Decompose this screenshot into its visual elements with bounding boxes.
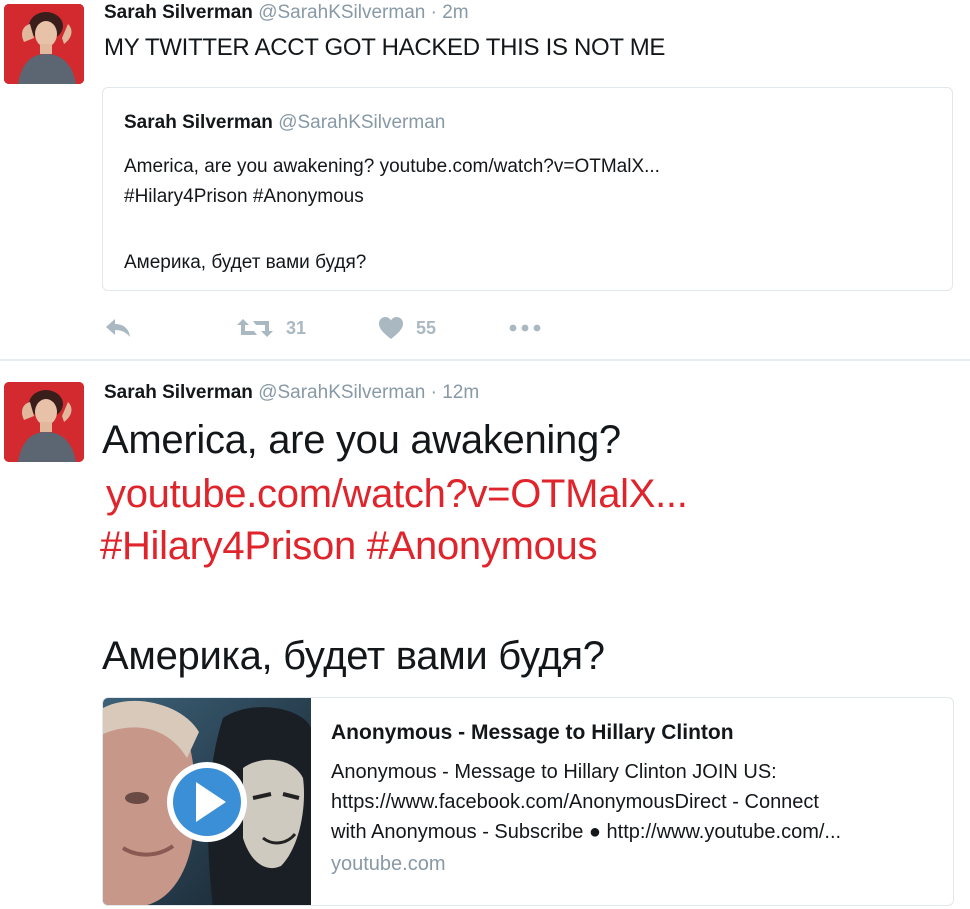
card-description-line: Anonymous - Message to Hillary Clinton J… [331,761,777,783]
separator-dot: · [430,382,437,403]
tweet-actions: 31 55 [104,314,704,342]
avatar[interactable] [4,382,84,462]
card-description-line: https://www.facebook.com/AnonymousDirect… [331,791,819,813]
tweet-text-russian: Америка, будет вами будя? [102,634,605,678]
card-title[interactable]: Anonymous - Message to Hillary Clinton [331,721,734,745]
author-name[interactable]: Sarah Silverman [104,2,253,23]
avatar[interactable] [4,4,84,84]
quoted-tweet[interactable]: Sarah Silverman @SarahKSilverman America… [102,87,953,291]
reply-button[interactable] [104,314,132,342]
card-domain[interactable]: youtube.com [331,853,446,876]
link-card[interactable]: Anonymous - Message to Hillary Clinton A… [102,697,954,906]
reply-icon [104,317,132,339]
tweet-text: America, are you awakening? [102,418,621,462]
like-count: 55 [416,317,437,338]
tweet-text: MY TWITTER ACCT GOT HACKED THIS IS NOT M… [104,34,666,61]
author-handle[interactable]: @SarahKSilverman [258,382,425,403]
tweet-divider [0,359,970,361]
timestamp[interactable]: 2m [442,2,468,23]
retweet-count: 31 [286,317,307,338]
quoted-text-line: America, are you awakening? youtube.com/… [124,156,660,177]
quoted-author-handle[interactable]: @SarahKSilverman [278,112,445,133]
tweet-hacked: Sarah Silverman @SarahKSilverman · 12m A… [0,362,970,909]
quoted-header: Sarah Silverman @SarahKSilverman [124,112,445,134]
author-name[interactable]: Sarah Silverman [104,382,253,403]
retweet-button[interactable]: 31 [236,314,306,342]
author-handle[interactable]: @SarahKSilverman [258,2,425,23]
like-button[interactable]: 55 [378,314,436,342]
timestamp[interactable]: 12m [442,382,479,403]
heart-icon [378,316,404,340]
tweet-link[interactable]: youtube.com/watch?v=OTMalX... [106,472,688,517]
tweet-retraction: Sarah Silverman @SarahKSilverman · 2m MY… [0,0,970,360]
quoted-hashtags: #Hilary4Prison #Anonymous [124,186,364,207]
video-thumbnail[interactable] [103,698,311,905]
card-description-line: with Anonymous - Subscribe ● http://www.… [331,821,842,843]
separator-dot: · [430,2,437,23]
tweet-header: Sarah Silverman @SarahKSilverman · 2m [104,2,469,24]
more-button[interactable] [508,314,542,342]
quoted-author-name[interactable]: Sarah Silverman [124,112,273,133]
quoted-text-russian: Америка, будет вами будя? [124,252,367,273]
tweet-hashtags[interactable]: #Hilary4Prison #Anonymous [100,524,598,569]
retweet-icon [236,317,274,339]
tweet-header: Sarah Silverman @SarahKSilverman · 12m [104,382,479,404]
more-dots-icon [508,323,542,333]
